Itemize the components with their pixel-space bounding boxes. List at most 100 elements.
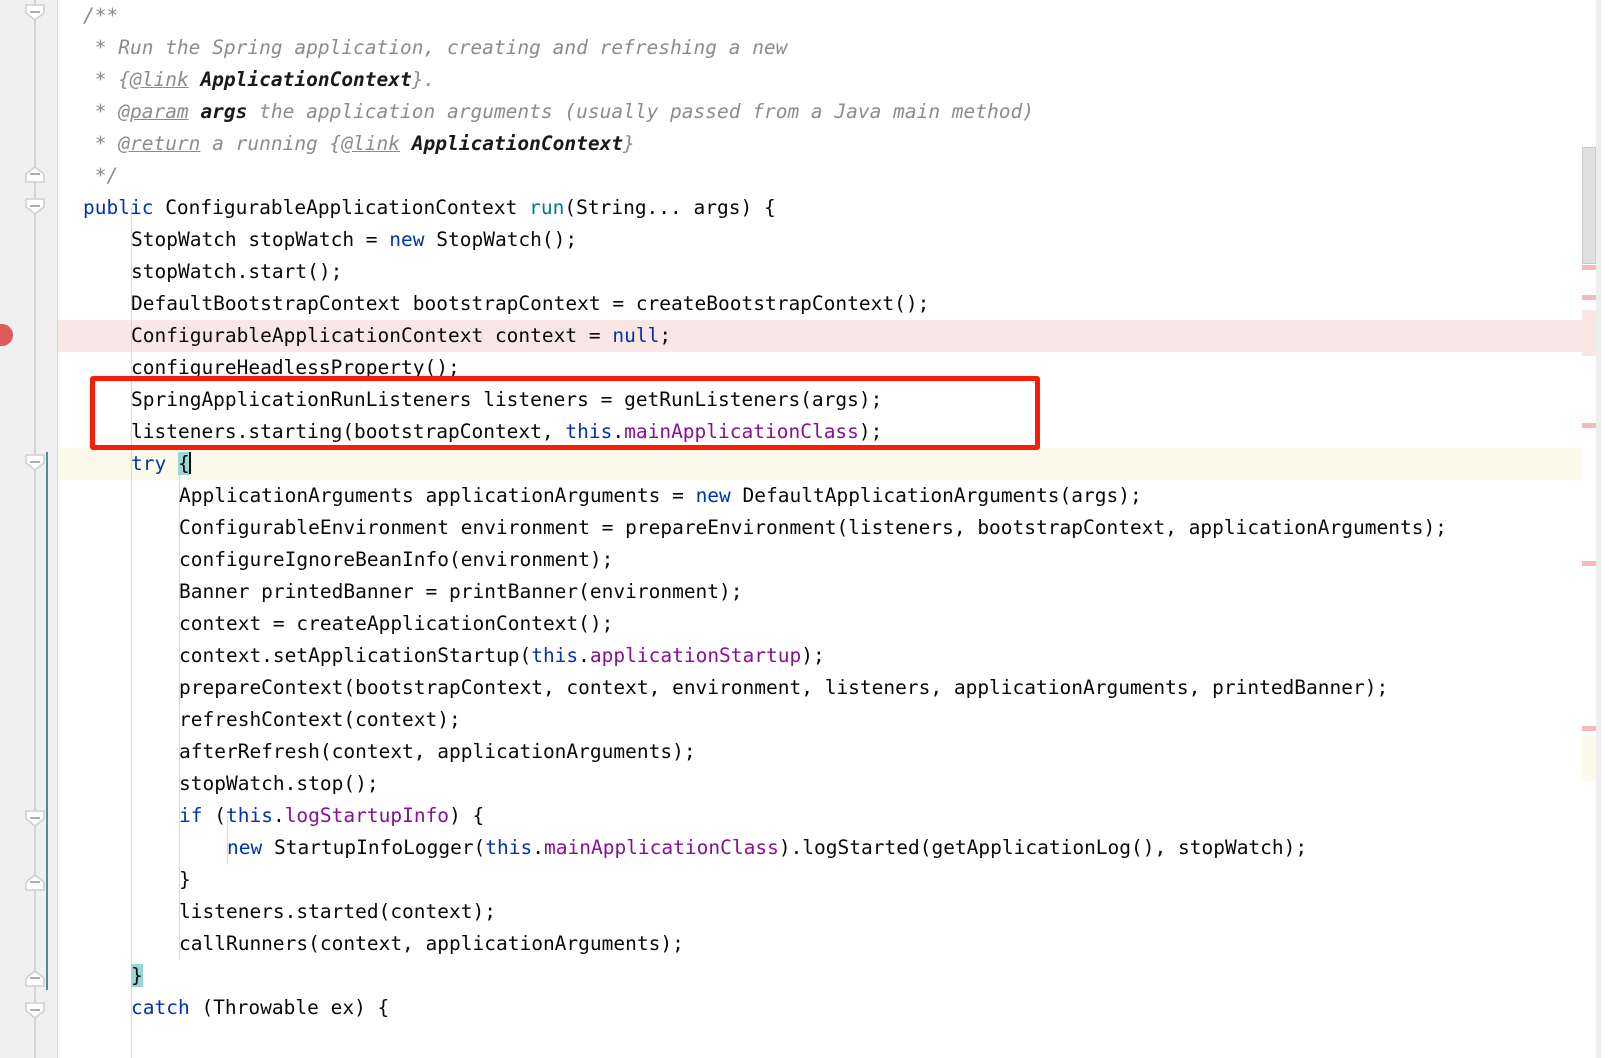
code-token: stopWatch.start(); [131, 260, 343, 283]
code-token: logStartupInfo [284, 804, 450, 827]
code-token: new [227, 836, 263, 859]
code-token: { [118, 68, 130, 91]
code-line[interactable]: stopWatch.start(); [105, 256, 342, 288]
error-stripe-gutter[interactable] [1582, 0, 1609, 1058]
code-line[interactable]: * @return a running {@link ApplicationCo… [57, 128, 635, 160]
code-line[interactable]: if (this.logStartupInfo) { [153, 800, 484, 832]
code-line[interactable]: /** [57, 0, 118, 32]
code-token: ConfigurableEnvironment environment = pr… [179, 516, 1447, 539]
fold-try-end-fold-icon[interactable] [24, 970, 46, 987]
text-caret [188, 452, 191, 474]
matching-brace: } [131, 964, 143, 987]
code-token: DefaultBootstrapContext bootstrapContext… [131, 292, 930, 315]
code-line[interactable]: */ [57, 160, 119, 192]
code-token: ).logStarted(getApplicationLog(), stopWa… [778, 836, 1308, 859]
code-line[interactable]: stopWatch.stop(); [153, 768, 379, 800]
code-line[interactable]: } [105, 960, 143, 992]
code-token: StartupInfoLogger( [262, 836, 486, 859]
code-token: . [612, 420, 625, 443]
code-line[interactable]: afterRefresh(context, applicationArgumen… [153, 736, 696, 768]
breakpoint-marker[interactable] [0, 324, 13, 346]
fold-javadoc-start-fold-icon[interactable] [24, 4, 46, 21]
code-line[interactable]: prepareContext(bootstrapContext, context… [153, 672, 1388, 704]
code-token: ApplicationContext [411, 132, 624, 155]
code-surface[interactable]: /** * Run the Spring application, creati… [57, 0, 1609, 1058]
fold-rail [34, 0, 36, 1058]
code-token: listeners.starting(bootstrapContext, [131, 420, 566, 443]
code-token: * [83, 68, 119, 91]
code-token: this [485, 836, 533, 859]
marker-band-caret [1582, 735, 1596, 781]
code-line[interactable]: * {@link ApplicationContext}. [57, 64, 436, 96]
code-token: ConfigurableApplicationContext [153, 196, 530, 219]
code-line[interactable]: * Run the Spring application, creating a… [57, 32, 788, 64]
code-token: applicationStartup [589, 644, 802, 667]
code-line[interactable]: configureIgnoreBeanInfo(environment); [153, 544, 613, 576]
code-token: ( [202, 804, 226, 827]
code-line[interactable]: context = createApplicationContext(); [153, 608, 613, 640]
code-line[interactable]: StopWatch stopWatch = new StopWatch(); [105, 224, 577, 256]
fold-if-start-fold-icon[interactable] [24, 810, 46, 827]
code-token: new [695, 484, 731, 507]
code-token: . [532, 836, 545, 859]
code-token: configureIgnoreBeanInfo(environment); [179, 548, 614, 571]
code-line[interactable]: Banner printedBanner = printBanner(envir… [153, 576, 743, 608]
error-stripe-marker[interactable] [1582, 423, 1596, 428]
code-token: (Throwable ex) { [189, 996, 390, 1019]
code-editor[interactable]: /** * Run the Spring application, creati… [0, 0, 1609, 1058]
marker-band-breakpoint [1582, 310, 1596, 356]
code-line[interactable]: } [153, 864, 191, 896]
code-token: * [83, 100, 119, 123]
code-token: */ [83, 164, 119, 187]
code-line[interactable]: configureHeadlessProperty(); [105, 352, 460, 384]
fold-catch-start-fold-icon[interactable] [24, 1002, 46, 1019]
code-token: @return [118, 132, 201, 155]
code-line[interactable]: public ConfigurableApplicationContext ru… [57, 192, 776, 224]
code-token: prepareContext(bootstrapContext, context… [179, 676, 1389, 699]
error-stripe-marker[interactable] [1582, 561, 1596, 566]
code-token: configureHeadlessProperty(); [131, 356, 460, 379]
code-line[interactable]: new StartupInfoLogger(this.mainApplicati… [201, 832, 1307, 864]
fold-method-start-fold-icon[interactable] [24, 198, 46, 215]
code-token: @param [118, 100, 189, 123]
code-token: this [225, 804, 273, 827]
fold-if-end-fold-icon[interactable] [24, 874, 46, 891]
fold-javadoc-end-fold-icon[interactable] [24, 166, 46, 183]
code-line[interactable]: * @param args the application arguments … [57, 96, 1034, 128]
code-line[interactable]: catch (Throwable ex) { [105, 992, 389, 1024]
code-line[interactable]: context.setApplicationStartup(this.appli… [153, 640, 825, 672]
code-line[interactable]: listeners.starting(bootstrapContext, thi… [105, 416, 882, 448]
code-token: ); [858, 420, 883, 443]
marker-rail [1596, 0, 1601, 1058]
code-token: SpringApplicationRunListeners listeners … [131, 388, 883, 411]
code-line[interactable]: refreshContext(context); [153, 704, 461, 736]
code-token: ApplicationContext [200, 68, 412, 91]
error-stripe-marker[interactable] [1582, 726, 1596, 731]
code-line[interactable]: ConfigurableEnvironment environment = pr… [153, 512, 1447, 544]
code-line[interactable]: ApplicationArguments applicationArgument… [153, 480, 1142, 512]
code-line[interactable]: ConfigurableApplicationContext context =… [105, 320, 671, 352]
code-line[interactable]: SpringApplicationRunListeners listeners … [105, 384, 882, 416]
code-token: this [531, 644, 579, 667]
code-block-indicator [46, 452, 48, 990]
code-token: @link [341, 132, 401, 155]
error-stripe-marker[interactable] [1582, 265, 1596, 270]
editor-gutter[interactable] [0, 0, 58, 1058]
code-token: afterRefresh(context, applicationArgumen… [179, 740, 696, 763]
code-token: mainApplicationClass [544, 836, 779, 859]
error-stripe-marker[interactable] [1582, 295, 1596, 300]
code-line[interactable]: listeners.started(context); [153, 896, 496, 928]
code-token: . [272, 804, 285, 827]
code-token: the application arguments (usually passe… [247, 100, 1034, 123]
caret-line-highlight [57, 448, 1609, 480]
code-line[interactable]: DefaultBootstrapContext bootstrapContext… [105, 288, 929, 320]
code-token: StopWatch(); [424, 228, 578, 251]
fold-try-start-fold-icon[interactable] [24, 454, 46, 471]
code-line[interactable]: callRunners(context, applicationArgument… [153, 928, 684, 960]
code-token: DefaultApplicationArguments(args); [730, 484, 1142, 507]
vertical-scrollbar-thumb[interactable] [1582, 147, 1596, 264]
code-line[interactable]: try { [105, 448, 191, 480]
code-token: this [565, 420, 613, 443]
